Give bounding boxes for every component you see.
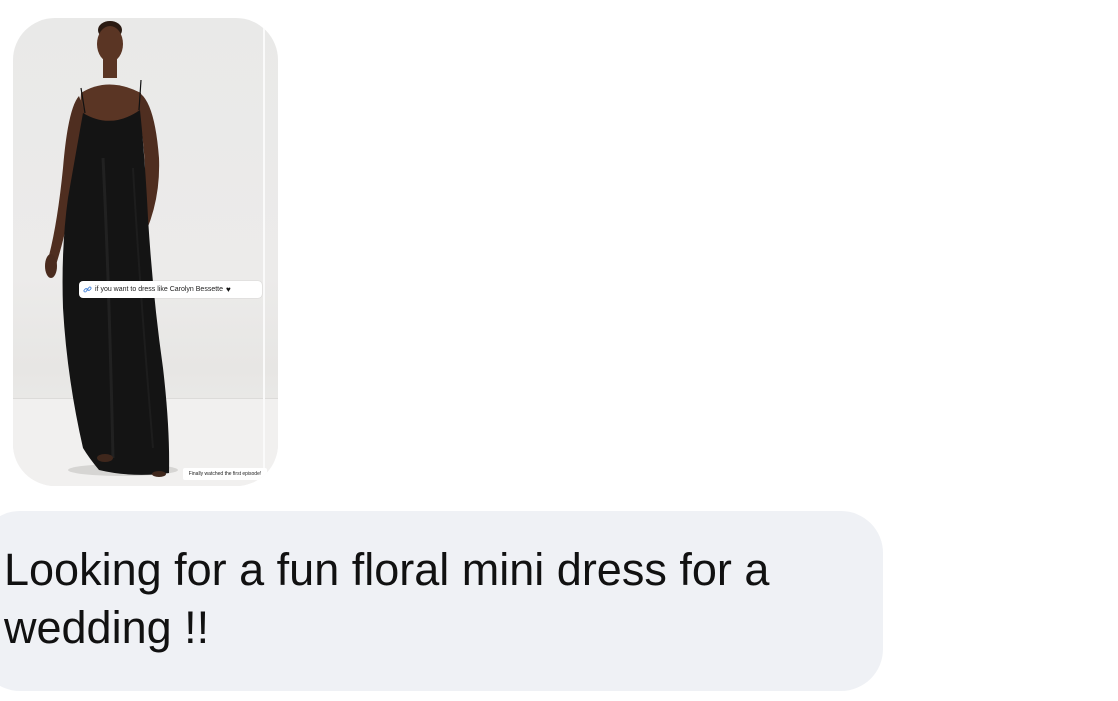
link-icon [83, 286, 92, 293]
caption-text: Finally watched the first episode! [188, 471, 262, 477]
message-text: Looking for a fun floral mini dress for … [4, 544, 770, 653]
sticker-text: if you want to dress like Carolyn Besset… [95, 286, 224, 293]
message-bubble[interactable]: Looking for a fun floral mini dress for … [0, 511, 883, 691]
black-heart-icon: ♥ [226, 284, 231, 294]
shared-story-image[interactable]: if you want to dress like Carolyn Besset… [13, 18, 278, 486]
image-edge-line [263, 18, 265, 486]
link-sticker[interactable]: if you want to dress like Carolyn Besset… [79, 281, 262, 298]
model-in-black-slip-dress [45, 21, 178, 477]
chat-thread: if you want to dress like Carolyn Besset… [0, 0, 1118, 701]
story-caption: Finally watched the first episode! [183, 468, 267, 480]
